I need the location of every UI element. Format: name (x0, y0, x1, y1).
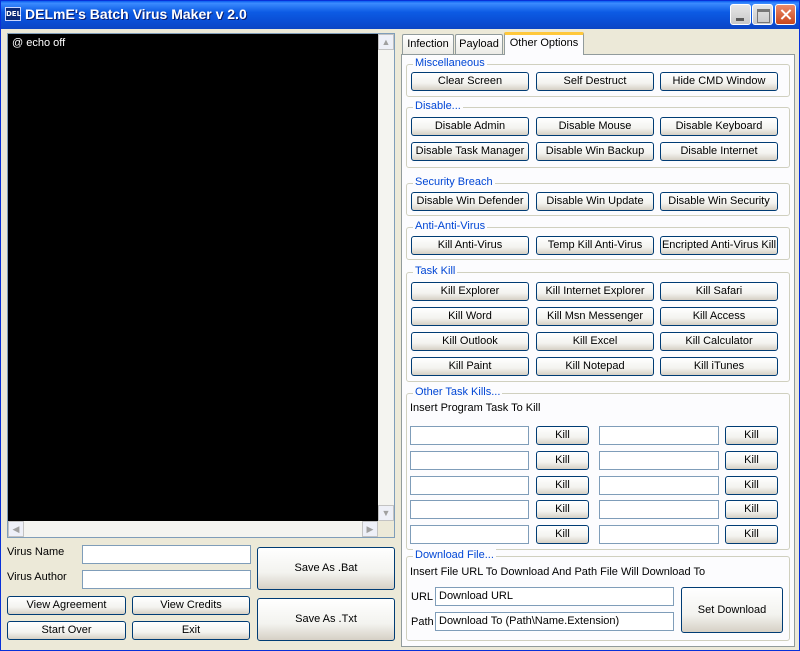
kill-word-button[interactable]: Kill Word (411, 307, 529, 326)
task-name-input-6[interactable] (599, 426, 719, 445)
view-agreement-button[interactable]: View Agreement (7, 596, 126, 615)
virus-name-label: Virus Name (7, 546, 64, 558)
scroll-left-icon[interactable]: ◀ (8, 521, 24, 537)
kill-button-7[interactable]: Kill (725, 451, 778, 470)
group-title-anti-anti-virus: Anti-Anti-Virus (413, 220, 487, 232)
kill-paint-button[interactable]: Kill Paint (411, 357, 529, 376)
group-title-security-breach: Security Breach (413, 176, 495, 188)
virus-author-label: Virus Author (7, 571, 67, 583)
kill-calculator-button[interactable]: Kill Calculator (660, 332, 778, 351)
kill-button-1[interactable]: Kill (536, 426, 589, 445)
kill-internet-explorer-button[interactable]: Kill Internet Explorer (536, 282, 654, 301)
scroll-right-icon[interactable]: ▶ (362, 521, 378, 537)
kill-button-6[interactable]: Kill (725, 426, 778, 445)
exit-button[interactable]: Exit (132, 621, 250, 640)
virus-author-input[interactable] (82, 570, 251, 589)
tab-infection[interactable]: Infection (402, 34, 454, 54)
virus-name-input[interactable] (82, 545, 251, 564)
kill-access-button[interactable]: Kill Access (660, 307, 778, 326)
set-download-button[interactable]: Set Download (681, 587, 783, 633)
start-over-button[interactable]: Start Over (7, 621, 126, 640)
task-name-input-7[interactable] (599, 451, 719, 470)
title-bar[interactable]: DEL DELmE's Batch Virus Maker v 2.0 (1, 1, 799, 29)
path-label: Path (411, 616, 434, 628)
kill-button-10[interactable]: Kill (725, 525, 778, 544)
window-title: DELmE's Batch Virus Maker v 2.0 (25, 6, 247, 22)
scroll-up-icon[interactable]: ▲ (378, 34, 394, 50)
task-name-input-9[interactable] (599, 500, 719, 519)
download-url-input[interactable]: Download URL (435, 587, 674, 606)
other-task-instruction: Insert Program Task To Kill (410, 402, 540, 414)
kill-button-3[interactable]: Kill (536, 476, 589, 495)
kill-button-5[interactable]: Kill (536, 525, 589, 544)
kill-explorer-button[interactable]: Kill Explorer (411, 282, 529, 301)
horizontal-scrollbar[interactable]: ◀ ▶ (8, 521, 378, 537)
kill-anti-virus-button[interactable]: Kill Anti-Virus (411, 236, 529, 255)
disable-win-update-button[interactable]: Disable Win Update (536, 192, 654, 211)
kill-notepad-button[interactable]: Kill Notepad (536, 357, 654, 376)
kill-safari-button[interactable]: Kill Safari (660, 282, 778, 301)
hide-cmd-window-button[interactable]: Hide CMD Window (660, 72, 778, 91)
save-as-bat-button[interactable]: Save As .Bat (257, 547, 395, 590)
kill-button-8[interactable]: Kill (725, 476, 778, 495)
task-name-input-5[interactable] (410, 525, 529, 544)
main-window: DEL DELmE's Batch Virus Maker v 2.0 @ ec… (0, 0, 800, 651)
group-title-miscellaneous: Miscellaneous (413, 57, 487, 69)
kill-itunes-button[interactable]: Kill iTunes (660, 357, 778, 376)
task-name-input-3[interactable] (410, 476, 529, 495)
download-instruction: Insert File URL To Download And Path Fil… (410, 566, 705, 578)
task-name-input-8[interactable] (599, 476, 719, 495)
disable-mouse-button[interactable]: Disable Mouse (536, 117, 654, 136)
group-title-download-file: Download File... (413, 549, 496, 561)
disable-win-backup-button[interactable]: Disable Win Backup (536, 142, 654, 161)
tab-other-options[interactable]: Other Options (504, 32, 584, 55)
clear-screen-button[interactable]: Clear Screen (411, 72, 529, 91)
group-title-task-kill: Task Kill (413, 265, 457, 277)
disable-admin-button[interactable]: Disable Admin (411, 117, 529, 136)
close-icon[interactable] (775, 4, 796, 25)
task-name-input-4[interactable] (410, 500, 529, 519)
disable-keyboard-button[interactable]: Disable Keyboard (660, 117, 778, 136)
task-name-input-1[interactable] (410, 426, 529, 445)
kill-button-4[interactable]: Kill (536, 500, 589, 519)
console-text: @ echo off (12, 37, 65, 49)
url-label: URL (411, 591, 433, 603)
disable-win-security-button[interactable]: Disable Win Security (660, 192, 778, 211)
batch-code-textarea[interactable]: @ echo off ▲ ▼ ◀ ▶ (7, 33, 395, 538)
group-title-disable: Disable... (413, 100, 463, 112)
kill-button-9[interactable]: Kill (725, 500, 778, 519)
encripted-anti-virus-kill-button[interactable]: Encripted Anti-Virus Kill (660, 236, 778, 255)
kill-excel-button[interactable]: Kill Excel (536, 332, 654, 351)
view-credits-button[interactable]: View Credits (132, 596, 250, 615)
scroll-down-icon[interactable]: ▼ (378, 505, 394, 521)
download-path-input[interactable]: Download To (Path\Name.Extension) (435, 612, 674, 631)
save-as-txt-button[interactable]: Save As .Txt (257, 598, 395, 641)
disable-win-defender-button[interactable]: Disable Win Defender (411, 192, 529, 211)
task-name-input-2[interactable] (410, 451, 529, 470)
disable-internet-button[interactable]: Disable Internet (660, 142, 778, 161)
app-icon: DEL (5, 7, 21, 21)
maximize-icon[interactable] (752, 4, 773, 25)
scroll-corner (378, 521, 394, 537)
vertical-scrollbar[interactable]: ▲ ▼ (378, 34, 394, 521)
kill-msn-messenger-button[interactable]: Kill Msn Messenger (536, 307, 654, 326)
minimize-icon[interactable] (730, 4, 751, 25)
tab-payload[interactable]: Payload (455, 34, 503, 54)
kill-outlook-button[interactable]: Kill Outlook (411, 332, 529, 351)
task-name-input-10[interactable] (599, 525, 719, 544)
group-title-other-task-kills: Other Task Kills... (413, 386, 502, 398)
disable-task-manager-button[interactable]: Disable Task Manager (411, 142, 529, 161)
self-destruct-button[interactable]: Self Destruct (536, 72, 654, 91)
kill-button-2[interactable]: Kill (536, 451, 589, 470)
temp-kill-anti-virus-button[interactable]: Temp Kill Anti-Virus (536, 236, 654, 255)
